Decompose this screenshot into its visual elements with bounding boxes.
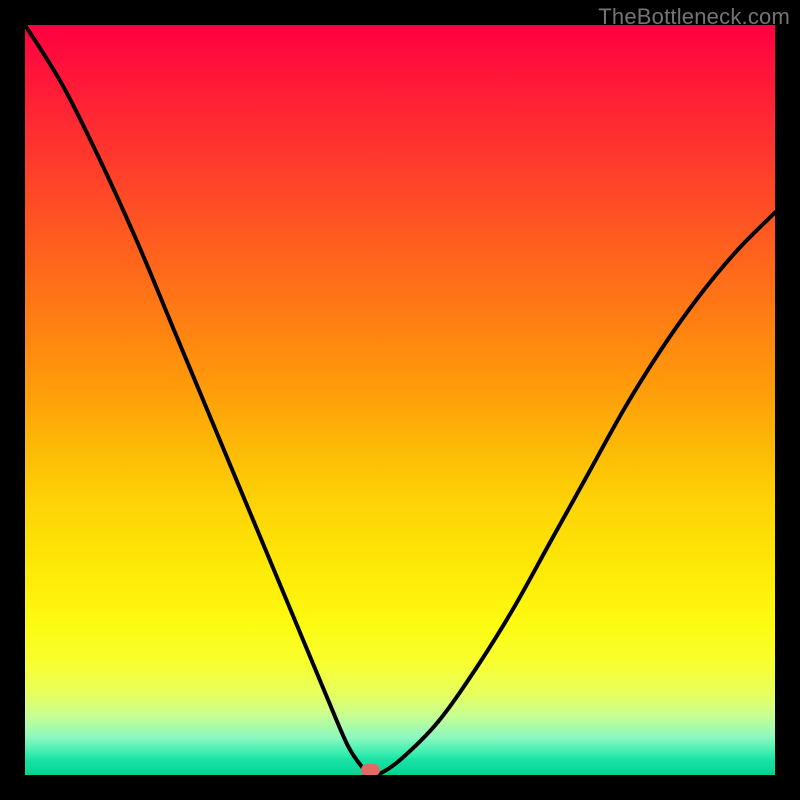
- plot-area: [25, 25, 775, 775]
- bottleneck-curve: [25, 25, 775, 775]
- chart-frame: TheBottleneck.com: [0, 0, 800, 800]
- watermark-text: TheBottleneck.com: [598, 4, 790, 30]
- optimal-marker: [361, 764, 380, 775]
